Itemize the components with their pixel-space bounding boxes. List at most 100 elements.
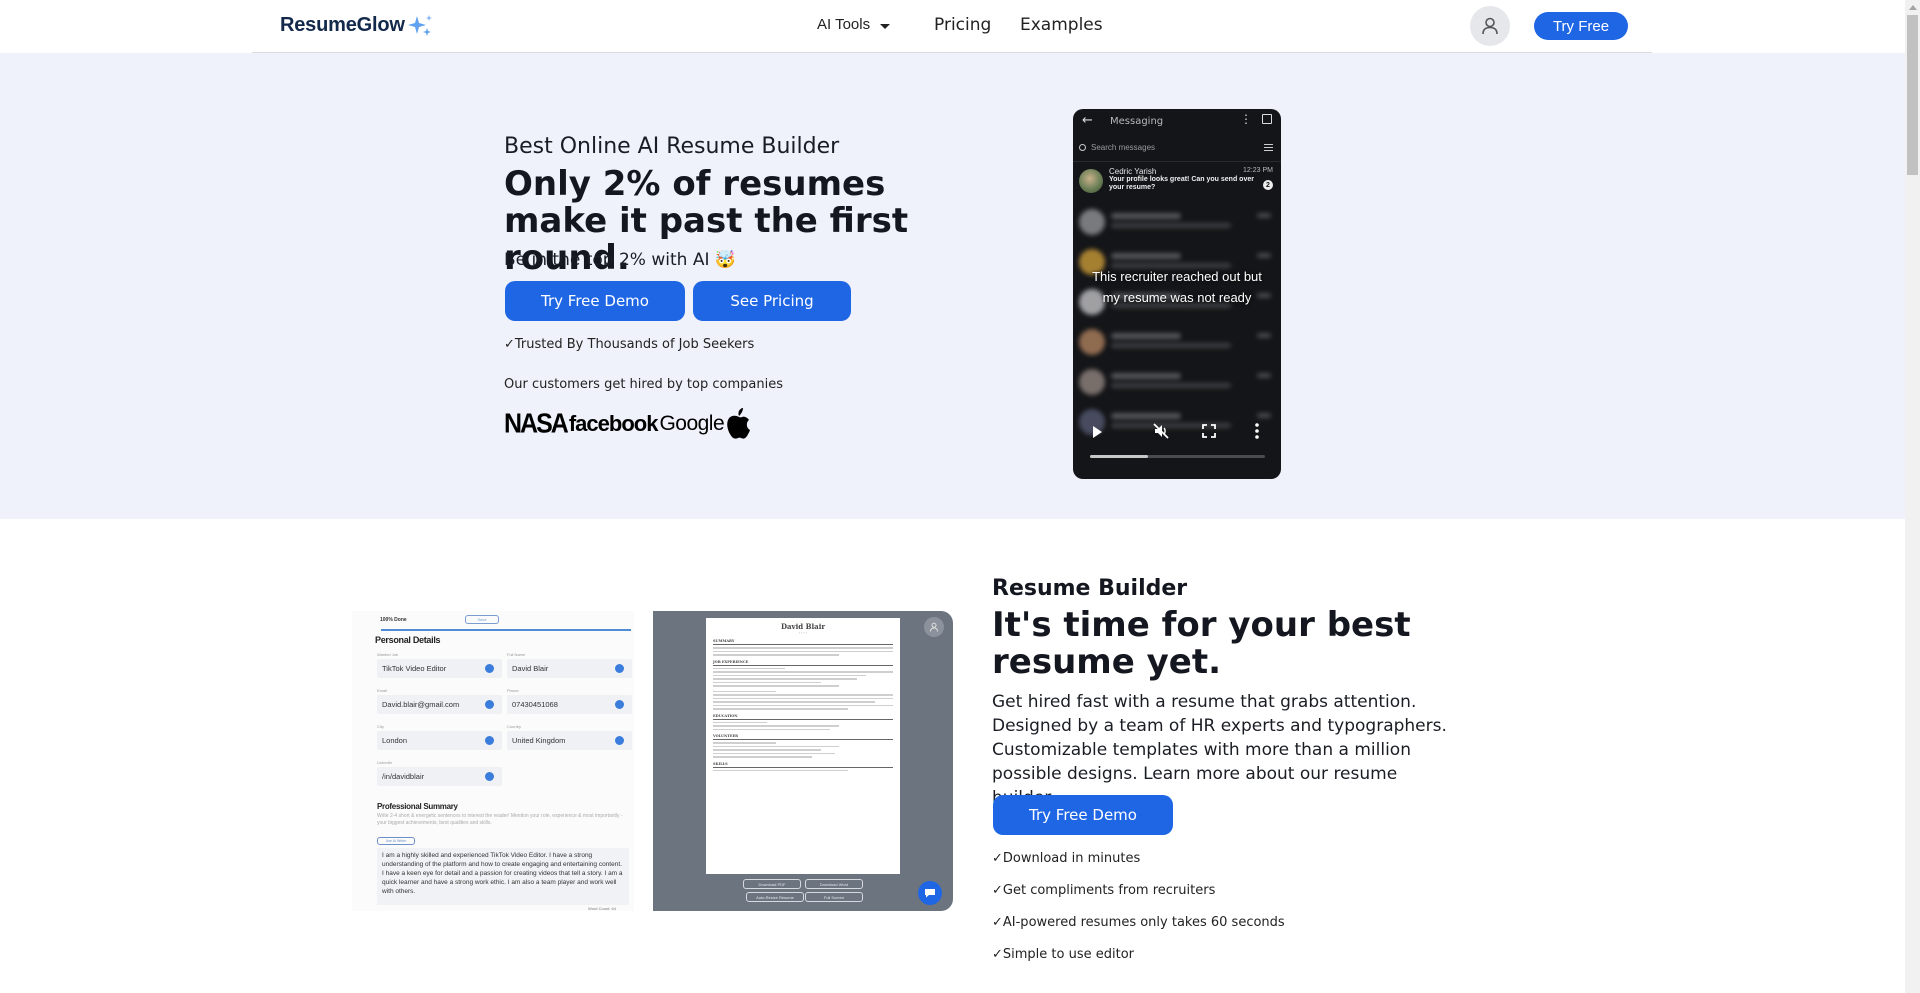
field-label: City	[377, 724, 384, 729]
try-free-button[interactable]: Try Free	[1534, 12, 1628, 40]
video-caption: This recruiter reached out but my resume…	[1092, 269, 1262, 305]
resume-section-heading: EDUCATION	[713, 714, 893, 720]
message-time: 12:23 PM	[1243, 167, 1273, 174]
google-logo: Google	[659, 412, 725, 435]
linkedin-field: /in/davidblair	[377, 767, 502, 786]
resume-builder-demo-button[interactable]: Try Free Demo	[993, 795, 1173, 835]
see-pricing-button[interactable]: See Pricing	[693, 281, 851, 321]
resumeglow-logo[interactable]: ResumeGlow	[280, 13, 434, 37]
video-divider	[1073, 161, 1281, 162]
video-message-row: Cedric Yarish 12:23 PM Your profile look…	[1079, 167, 1275, 197]
download-word-button: Download Word	[805, 879, 863, 889]
logo-text: ResumeGlow	[280, 13, 405, 36]
top-navigation-bar: ResumeGlow AI Tools Pricing Examples Try…	[0, 0, 1905, 53]
message-text: Your profile looks great! Can you send o…	[1109, 176, 1254, 191]
check-icon	[485, 736, 494, 745]
video-progress-bar[interactable]	[1090, 455, 1265, 458]
feature-list: ✓Download in minutes ✓Get compliments fr…	[992, 851, 1285, 979]
hero-subtitle: Best Online AI Resume Builder	[504, 134, 840, 159]
check-icon	[485, 700, 494, 709]
kebab-icon: ⋮	[1240, 112, 1252, 126]
resume-paper: David Blair • • • • SUMMARY JOB EXPERIEN…	[706, 618, 900, 874]
progress-label: 100% Done	[380, 617, 407, 623]
resume-section-heading: SUMMARY	[713, 639, 893, 645]
blurred-message-row	[1079, 327, 1275, 357]
video-search-placeholder: Search messages	[1091, 143, 1156, 152]
resume-section-heading: JOB EXPERIENCE	[713, 660, 893, 666]
caret-down-icon	[880, 23, 891, 29]
check-icon	[485, 664, 494, 673]
check-icon	[615, 736, 624, 745]
nav-examples-link[interactable]: Examples	[1020, 15, 1103, 35]
nasa-logo: NASA	[504, 408, 569, 439]
resume-builder-label: Resume Builder	[992, 576, 1188, 601]
check-icon	[485, 772, 494, 781]
scrollbar-thumb[interactable]	[1907, 15, 1918, 175]
feature-item: ✓Download in minutes	[992, 851, 1141, 866]
blurred-message-row	[1079, 367, 1275, 397]
blurred-message-row	[1079, 207, 1275, 237]
video-messaging-title: Messaging	[1110, 116, 1164, 127]
apple-logo-icon	[727, 408, 751, 439]
summary-text: I am a highly skilled and experienced Ti…	[377, 848, 629, 905]
phone-field: 07430451068	[507, 695, 632, 714]
hero-tagline: Be in the top 2% with AI 🤯	[504, 250, 737, 270]
resume-name: David Blair	[780, 622, 826, 631]
scroll-up-arrow-icon[interactable]	[1909, 5, 1917, 10]
country-field: United Kingdom	[507, 731, 632, 750]
hero-section	[0, 53, 1905, 519]
chat-bubble-icon	[918, 881, 942, 905]
professional-summary-heading: Professional Summary	[377, 802, 458, 811]
resume-builder-description: Get hired fast with a resume that grabs …	[992, 692, 1447, 808]
field-label: Phone	[507, 688, 519, 693]
city-field: London	[377, 731, 502, 750]
progress-bar	[381, 629, 631, 631]
field-label: Wanted Job	[377, 652, 399, 657]
fullscreen-icon[interactable]	[1202, 424, 1216, 438]
video-progress-fill	[1090, 455, 1148, 458]
trusted-badge: ✓Trusted By Thousands of Job Seekers	[504, 337, 755, 352]
wanted-job-field: TikTok Video Editor	[377, 659, 502, 678]
company-logos: NASA facebook Google	[504, 408, 754, 440]
resume-builder-title: It's time for your best resume yet.	[992, 605, 1411, 682]
mute-icon[interactable]	[1152, 422, 1170, 440]
full-screen-button: Full Screen	[805, 892, 863, 902]
try-free-demo-button[interactable]: Try Free Demo	[505, 281, 685, 321]
builder-editor-screenshot: 100% Done Save Personal Details Wanted J…	[352, 611, 634, 911]
play-icon[interactable]	[1093, 426, 1102, 438]
feature-item: ✓Get compliments from recruiters	[992, 883, 1216, 898]
feature-item: ✓Simple to use editor	[992, 947, 1134, 962]
sender-name: Cedric Yarish	[1109, 167, 1157, 176]
email-field: David.blair@gmail.com	[377, 695, 502, 714]
download-pdf-button: Download PDF	[743, 879, 801, 889]
user-icon	[1482, 17, 1498, 35]
nav-ai-tools-dropdown[interactable]: AI Tools	[817, 16, 891, 33]
page-scrollbar[interactable]	[1905, 0, 1920, 993]
check-icon	[615, 664, 624, 673]
demo-video-player[interactable]: ← Messaging ⋮ Search messages Cedric Yar…	[1073, 109, 1281, 479]
sender-avatar	[1079, 169, 1103, 193]
video-controls	[1073, 419, 1281, 445]
save-button: Save	[465, 615, 499, 624]
account-button[interactable]	[1470, 6, 1510, 46]
field-label: Email	[377, 688, 388, 693]
word-count: Word Count: 64	[588, 906, 616, 911]
field-label: Full Name	[507, 652, 526, 657]
personal-details-heading: Personal Details	[375, 635, 441, 645]
more-options-icon[interactable]	[1254, 422, 1260, 440]
resume-section-heading: VOLUNTEER	[713, 734, 893, 740]
full-name-field: David Blair	[507, 659, 632, 678]
resume-section-heading: SKILLS	[713, 762, 893, 768]
user-avatar-icon	[924, 617, 944, 637]
ai-writer-button: Use AI Writer	[377, 837, 415, 845]
check-icon	[615, 700, 624, 709]
auto-resize-button: Auto-Resize Resume	[746, 892, 804, 902]
filter-icon	[1264, 144, 1273, 151]
back-arrow-icon: ←	[1082, 113, 1093, 128]
sparkle-icon	[407, 15, 432, 36]
field-label: LinkedIn	[377, 760, 393, 765]
search-icon	[1079, 144, 1086, 151]
field-label: Country	[507, 724, 522, 729]
summary-hint: Write 2-4 short & energetic sentences to…	[377, 813, 623, 826]
nav-pricing-link[interactable]: Pricing	[934, 15, 991, 35]
